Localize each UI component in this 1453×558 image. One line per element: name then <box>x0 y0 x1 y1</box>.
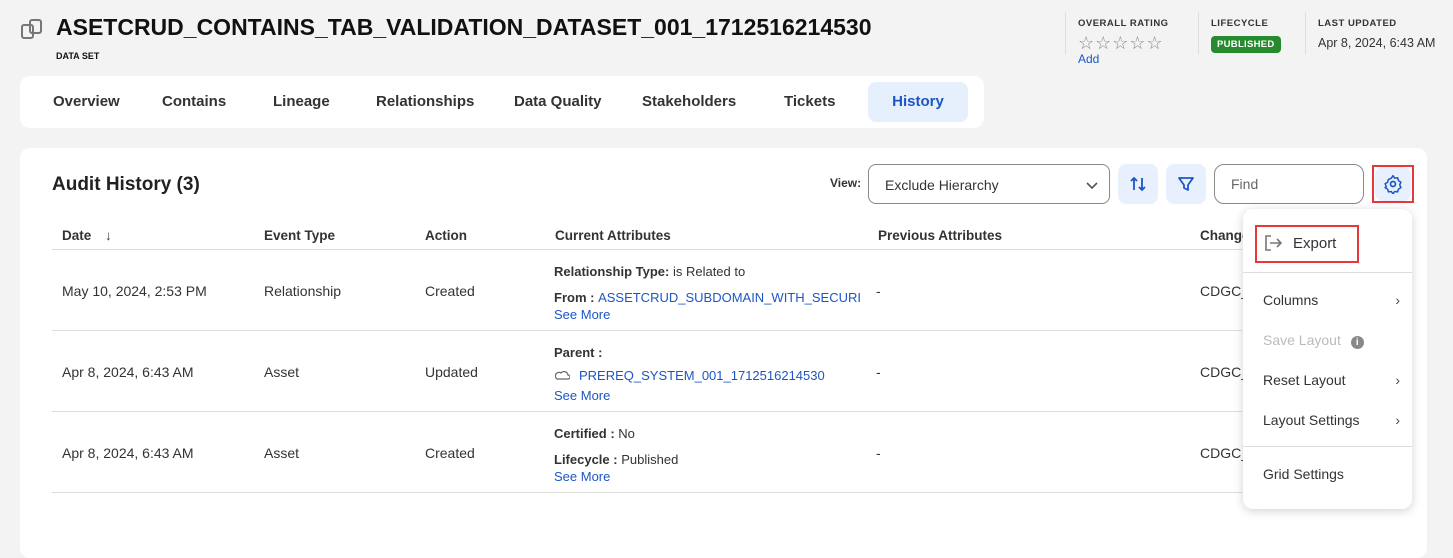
tab-tickets[interactable]: Tickets <box>772 82 847 122</box>
divider <box>1065 12 1066 54</box>
last-updated-value: Apr 8, 2024, 6:43 AM <box>1318 36 1436 50</box>
row3-event: Asset <box>264 445 300 461</box>
from-link[interactable]: ASSETCRUD_SUBDOMAIN_WITH_SECURI <box>598 290 861 305</box>
row1-attr1: Relationship Type: is Related to <box>554 264 746 279</box>
view-select[interactable]: Exclude Hierarchy <box>868 164 1110 204</box>
col-action[interactable]: Action <box>425 228 467 243</box>
sort-button[interactable] <box>1118 164 1158 204</box>
row1-action: Created <box>425 283 475 299</box>
view-select-value: Exclude Hierarchy <box>885 177 999 193</box>
see-more-link[interactable]: See More <box>554 388 610 403</box>
divider <box>1243 446 1412 447</box>
row3-action: Created <box>425 445 475 461</box>
menu-grid-settings[interactable]: Grid Settings <box>1263 466 1344 482</box>
row2-change: CDGC_ <box>1200 364 1250 380</box>
lifecycle-badge: PUBLISHED <box>1211 36 1281 53</box>
row1-date: May 10, 2024, 2:53 PM <box>62 283 207 299</box>
row3-date: Apr 8, 2024, 6:43 AM <box>62 445 194 461</box>
filter-button[interactable] <box>1166 164 1206 204</box>
menu-save-layout: Save Layout i <box>1263 332 1364 349</box>
view-label: View: <box>830 176 862 190</box>
cloud-icon <box>555 371 570 380</box>
divider <box>52 330 1242 331</box>
find-input[interactable] <box>1214 164 1364 204</box>
row3-change: CDGC_ <box>1200 445 1250 461</box>
divider <box>1243 272 1412 273</box>
export-icon <box>1265 235 1283 251</box>
row1-prev: - <box>876 283 881 299</box>
chevron-down-icon <box>1086 182 1098 190</box>
col-previous-attributes[interactable]: Previous Attributes <box>878 228 1002 243</box>
row2-attr1: Parent : <box>554 345 603 360</box>
info-icon: i <box>1350 336 1364 349</box>
tab-stakeholders[interactable]: Stakeholders <box>630 82 748 122</box>
last-updated-label: LAST UPDATED <box>1318 18 1397 29</box>
chevron-right-icon: › <box>1395 372 1400 388</box>
row2-prev: - <box>876 364 881 380</box>
tab-relationships[interactable]: Relationships <box>364 82 486 122</box>
menu-layout-settings[interactable]: Layout Settings › <box>1263 412 1400 428</box>
tab-lineage[interactable]: Lineage <box>261 82 342 122</box>
tab-contains[interactable]: Contains <box>150 82 238 122</box>
settings-menu: Export Columns › Save Layout i Reset Layo… <box>1243 209 1412 509</box>
tab-data-quality[interactable]: Data Quality <box>502 82 614 122</box>
sort-icon <box>1130 176 1146 192</box>
row2-event: Asset <box>264 364 300 380</box>
settings-button[interactable] <box>1375 167 1411 201</box>
row3-prev: - <box>876 445 881 461</box>
chevron-right-icon: › <box>1395 292 1400 308</box>
gear-icon <box>1384 174 1402 194</box>
row3-attr2: Lifecycle : Published <box>554 452 679 467</box>
row1-change: CDGC_ <box>1200 283 1250 299</box>
row2-date: Apr 8, 2024, 6:43 AM <box>62 364 194 380</box>
col-current-attributes[interactable]: Current Attributes <box>555 228 671 243</box>
menu-reset-layout[interactable]: Reset Layout › <box>1263 372 1400 388</box>
row2-action: Updated <box>425 364 478 380</box>
menu-columns[interactable]: Columns › <box>1263 292 1400 308</box>
parent-link[interactable]: PREREQ_SYSTEM_001_1712516214530 <box>579 368 825 383</box>
col-date[interactable]: Date ↓ <box>62 228 112 243</box>
tab-history[interactable]: History <box>868 82 968 122</box>
lifecycle-label: LIFECYCLE <box>1211 18 1269 29</box>
row1-attr2: From : ASSETCRUD_SUBDOMAIN_WITH_SECURI <box>554 290 861 305</box>
divider <box>52 411 1242 412</box>
col-event-type[interactable]: Event Type <box>264 228 335 243</box>
add-rating-link[interactable]: Add <box>1078 52 1099 66</box>
row3-attr1: Certified : No <box>554 426 635 441</box>
row1-event: Relationship <box>264 283 342 299</box>
rating-label: OVERALL RATING <box>1078 18 1169 29</box>
tab-bar: Overview Contains Lineage Relationships … <box>20 76 984 128</box>
sort-desc-icon: ↓ <box>105 228 112 243</box>
see-more-link[interactable]: See More <box>554 469 610 484</box>
divider <box>52 249 1242 250</box>
audit-history-card <box>20 148 1427 558</box>
chevron-right-icon: › <box>1395 412 1400 428</box>
menu-export-label: Export <box>1293 234 1337 252</box>
audit-history-title: Audit History (3) <box>52 174 200 195</box>
divider <box>1198 12 1199 54</box>
see-more-link[interactable]: See More <box>554 307 610 322</box>
tab-overview[interactable]: Overview <box>41 82 132 122</box>
menu-export[interactable]: Export <box>1263 233 1336 253</box>
filter-icon <box>1178 177 1194 191</box>
asset-type: DATA SET <box>56 51 100 61</box>
page-title: ASETCRUD_CONTAINS_TAB_VALIDATION_DATASET… <box>56 14 872 40</box>
divider <box>52 492 1242 493</box>
divider <box>1305 12 1306 54</box>
rating-stars[interactable]: ☆☆☆☆☆ <box>1078 33 1164 54</box>
dataset-icon <box>21 19 42 39</box>
